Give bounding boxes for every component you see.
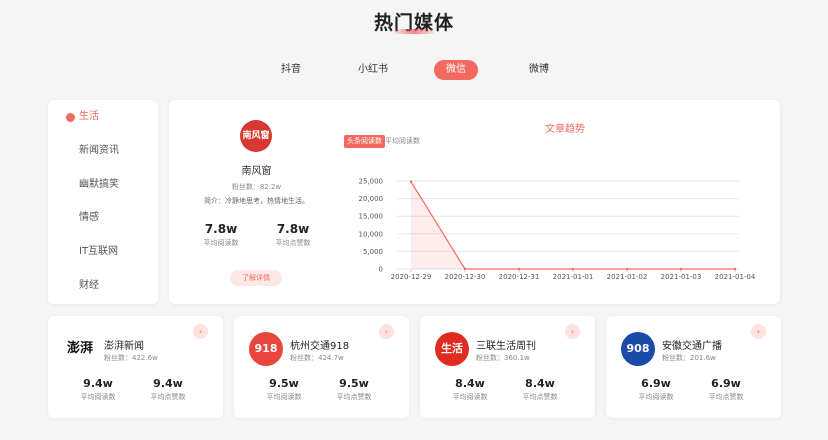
y-tick-label: 20,000 — [359, 195, 384, 203]
data-point — [409, 180, 413, 183]
y-tick-label: 25,000 — [359, 178, 384, 186]
x-tick-label: 2021-01-01 — [553, 273, 594, 281]
card-like-label: 平均点赞数 — [336, 393, 372, 401]
data-point — [625, 267, 629, 271]
data-point — [733, 267, 737, 271]
card-name: 三联生活周刊 — [476, 341, 536, 352]
sidebar-item-label: 幽默搞笑 — [79, 179, 119, 190]
sidebar-item-news[interactable]: 新闻资讯 — [48, 141, 158, 161]
tab-weibo[interactable]: 微博 — [525, 60, 553, 80]
card-read-label: 平均阅读数 — [80, 393, 116, 401]
media-card[interactable]: 生活 三联生活周刊 粉丝数：360.1w › 8.4w 平均阅读数 8.4w 平… — [420, 316, 595, 418]
card-like-label: 平均点赞数 — [708, 393, 744, 401]
sidebar-item-label: 新闻资讯 — [79, 145, 119, 156]
card-read-value: 9.5w — [269, 377, 299, 390]
card-name: 澎湃新闻 — [104, 341, 144, 352]
card-like-value: 9.4w — [153, 377, 183, 390]
card-like-value: 9.5w — [339, 377, 369, 390]
sidebar-item-finance[interactable]: 财经 — [48, 276, 158, 296]
category-sidebar: 生活 新闻资讯 幽默搞笑 情感 IT互联网 财经 — [48, 100, 158, 304]
data-point — [571, 267, 575, 271]
chevron-right-icon[interactable]: › — [751, 324, 766, 339]
series-area — [411, 181, 735, 269]
card-read-value: 8.4w — [455, 377, 485, 390]
card-fans: 粉丝数：201.6w — [662, 354, 716, 362]
sidebar-item-it[interactable]: IT互联网 — [48, 242, 158, 262]
x-tick-label: 2021-01-04 — [715, 273, 756, 281]
card-like-label: 平均点赞数 — [150, 393, 186, 401]
chevron-right-icon[interactable]: › — [565, 324, 580, 339]
sidebar-item-humor[interactable]: 幽默搞笑 — [48, 175, 158, 195]
y-tick-label: 0 — [379, 266, 383, 274]
data-point — [679, 267, 683, 271]
sidebar-item-label: IT互联网 — [79, 246, 119, 257]
hangzhou-traffic-logo: 918 — [249, 332, 283, 366]
tab-xiaohongshu[interactable]: 小红书 — [355, 60, 391, 80]
media-card[interactable]: 918 杭州交通918 粉丝数：424.7w › 9.5w 平均阅读数 9.5w… — [234, 316, 409, 418]
tab-weixin[interactable]: 微信 — [434, 60, 478, 80]
card-read-label: 平均阅读数 — [638, 393, 674, 401]
series-line — [410, 181, 735, 270]
dot-icon — [66, 113, 75, 122]
chevron-right-icon[interactable]: › — [379, 324, 394, 339]
card-read-label: 平均阅读数 — [452, 393, 488, 401]
card-read-value: 9.4w — [83, 377, 113, 390]
card-like-value: 8.4w — [525, 377, 555, 390]
x-tick-label: 2020-12-29 — [391, 273, 432, 281]
card-name: 杭州交通918 — [290, 341, 350, 352]
card-fans: 粉丝数：422.6w — [104, 354, 158, 362]
featured-panel: 南风窗 南风窗 粉丝数：82.2w 简介：冷静地思考，热情地生活。 7.8w 平… — [169, 100, 780, 304]
card-fans: 粉丝数：424.7w — [290, 354, 344, 362]
title-underline — [394, 29, 434, 34]
platform-tabs: 抖音 小红书 微信 微博 — [0, 60, 828, 80]
sidebar-item-label: 财经 — [79, 280, 99, 291]
tab-douyin[interactable]: 抖音 — [277, 60, 305, 80]
card-like-value: 6.9w — [711, 377, 741, 390]
anhui-traffic-logo: 908 — [621, 332, 655, 366]
data-point — [517, 267, 521, 271]
sidebar-item-label: 生活 — [79, 111, 99, 122]
x-tick-label: 2020-12-30 — [445, 273, 486, 281]
pengpai-logo: 澎湃 — [63, 332, 97, 366]
card-fans: 粉丝数：360.1w — [476, 354, 530, 362]
y-tick-label: 5,000 — [363, 248, 383, 256]
sanlian-logo: 生活 — [435, 332, 469, 366]
card-name: 安徽交通广播 — [662, 341, 722, 352]
card-read-label: 平均阅读数 — [266, 393, 302, 401]
chevron-right-icon[interactable]: › — [193, 324, 208, 339]
y-tick-label: 15,000 — [359, 213, 384, 221]
data-point — [463, 267, 467, 271]
sidebar-item-emotion[interactable]: 情感 — [48, 208, 158, 228]
media-card[interactable]: 澎湃 澎湃新闻 粉丝数：422.6w › 9.4w 平均阅读数 9.4w 平均点… — [48, 316, 223, 418]
trend-chart: 0 5,000 10,000 15,000 20,000 25,000 2020-12-2… — [359, 178, 756, 282]
card-read-value: 6.9w — [641, 377, 671, 390]
media-card[interactable]: 908 安徽交通广播 粉丝数：201.6w › 6.9w 平均阅读数 6.9w … — [606, 316, 781, 418]
x-tick-label: 2021-01-03 — [661, 273, 702, 281]
card-like-label: 平均点赞数 — [522, 393, 558, 401]
x-tick-label: 2020-12-31 — [499, 273, 540, 281]
sidebar-item-life[interactable]: 生活 — [48, 107, 158, 127]
sidebar-item-label: 情感 — [79, 212, 99, 223]
y-tick-label: 10,000 — [359, 230, 384, 238]
x-tick-label: 2021-01-02 — [607, 273, 648, 281]
